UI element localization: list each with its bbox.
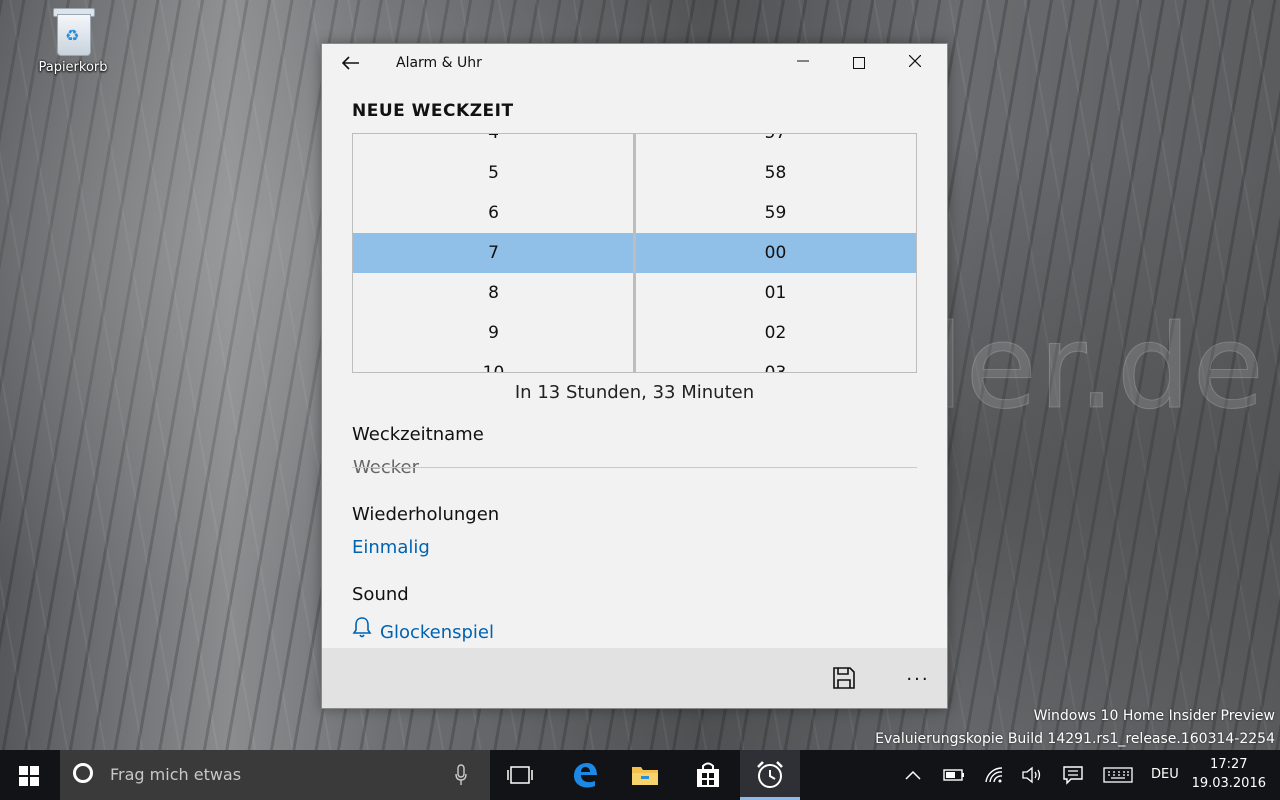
taskbar-clock[interactable]: 17:27 19.03.2016: [1192, 755, 1266, 793]
taskbar: Frag mich etwas DEU 17:27 19.03.2016: [0, 750, 1280, 800]
repeat-value-link[interactable]: Einmalig: [352, 537, 430, 558]
save-icon: [833, 667, 855, 689]
minute-item[interactable]: 59: [635, 193, 916, 233]
store-icon: [697, 762, 719, 787]
time-picker[interactable]: 4 5 6 7 8 9 10 57 58 59 00 01 02 03: [352, 133, 917, 373]
window-title: Alarm & Uhr: [396, 55, 482, 71]
cortana-icon: [73, 763, 93, 783]
task-view-icon: [507, 766, 533, 784]
minute-item[interactable]: 03: [635, 353, 916, 372]
recycle-bin-desktop-icon[interactable]: ♻ Papierkorb: [30, 8, 116, 75]
alarm-clock-icon: [757, 761, 783, 788]
folder-icon: [632, 767, 658, 785]
clock-time: 17:27: [1210, 757, 1248, 772]
file-explorer-button[interactable]: [615, 750, 675, 800]
back-button[interactable]: [338, 50, 364, 76]
minimize-button[interactable]: [775, 44, 831, 82]
cortana-search-box[interactable]: Frag mich etwas: [60, 750, 490, 800]
hour-item[interactable]: 8: [353, 273, 634, 313]
action-center-icon[interactable]: [1063, 765, 1083, 785]
insider-preview-text: Windows 10 Home Insider Preview: [1033, 708, 1275, 724]
hour-item[interactable]: 9: [353, 313, 634, 353]
battery-icon[interactable]: [943, 769, 965, 781]
minute-item-selected[interactable]: 00: [635, 233, 916, 273]
sound-selector[interactable]: Glockenspiel: [352, 616, 494, 643]
recycle-bin-icon: ♻: [53, 8, 95, 56]
command-bar: ...: [322, 648, 947, 708]
maximize-button[interactable]: [831, 44, 887, 82]
close-button[interactable]: [887, 44, 943, 82]
save-button[interactable]: [824, 660, 864, 696]
wifi-icon[interactable]: [984, 766, 1004, 784]
start-button[interactable]: [0, 750, 58, 800]
alarm-name-label: Weckzeitname: [352, 424, 484, 445]
volume-icon[interactable]: [1021, 766, 1043, 784]
countdown-text: In 13 Stunden, 33 Minuten: [514, 382, 755, 403]
alarm-name-underline: [352, 467, 917, 468]
store-button[interactable]: [678, 750, 738, 800]
microphone-icon[interactable]: [455, 764, 467, 786]
clock-date: 19.03.2016: [1191, 776, 1266, 791]
page-title: NEUE WECKZEIT: [352, 101, 514, 121]
minute-item[interactable]: 02: [635, 313, 916, 353]
hour-column[interactable]: 4 5 6 7 8 9 10: [353, 134, 634, 372]
build-info-text: Evaluierungskopie Build 14291.rs1_releas…: [875, 731, 1275, 747]
more-options-button[interactable]: ...: [900, 660, 936, 696]
repeat-label: Wiederholungen: [352, 504, 500, 525]
close-icon: [908, 54, 922, 68]
search-placeholder: Frag mich etwas: [110, 765, 242, 784]
hour-item-selected[interactable]: 7: [353, 233, 634, 273]
hour-item[interactable]: 6: [353, 193, 634, 233]
hour-item[interactable]: 10: [353, 353, 634, 372]
back-arrow-icon: [341, 56, 359, 70]
edge-icon: [574, 763, 597, 788]
minute-item[interactable]: 01: [635, 273, 916, 313]
minute-column[interactable]: 57 58 59 00 01 02 03: [635, 134, 916, 372]
minute-item[interactable]: 58: [635, 153, 916, 193]
minute-item[interactable]: 57: [635, 134, 916, 153]
hour-item[interactable]: 4: [353, 134, 634, 153]
maximize-icon: [853, 57, 865, 69]
touch-keyboard-icon[interactable]: [1103, 767, 1133, 783]
alarms-clock-taskbar-button[interactable]: [740, 750, 800, 800]
alarm-app-window: Alarm & Uhr NEUE WECKZEIT 4 5 6 7 8 9 10…: [321, 43, 948, 709]
title-bar[interactable]: Alarm & Uhr: [322, 44, 947, 82]
task-view-button[interactable]: [490, 750, 550, 800]
windows-logo-icon: [19, 766, 39, 786]
recycle-bin-label: Papierkorb: [38, 60, 108, 75]
input-language-indicator[interactable]: DEU: [1151, 767, 1179, 782]
edge-browser-button[interactable]: [555, 750, 615, 800]
sound-value: Glockenspiel: [380, 622, 495, 643]
sound-label: Sound: [352, 584, 409, 605]
minimize-icon: [797, 60, 809, 62]
show-hidden-icons-chevron[interactable]: [905, 770, 921, 780]
bell-icon: [352, 616, 374, 643]
hour-item[interactable]: 5: [353, 153, 634, 193]
